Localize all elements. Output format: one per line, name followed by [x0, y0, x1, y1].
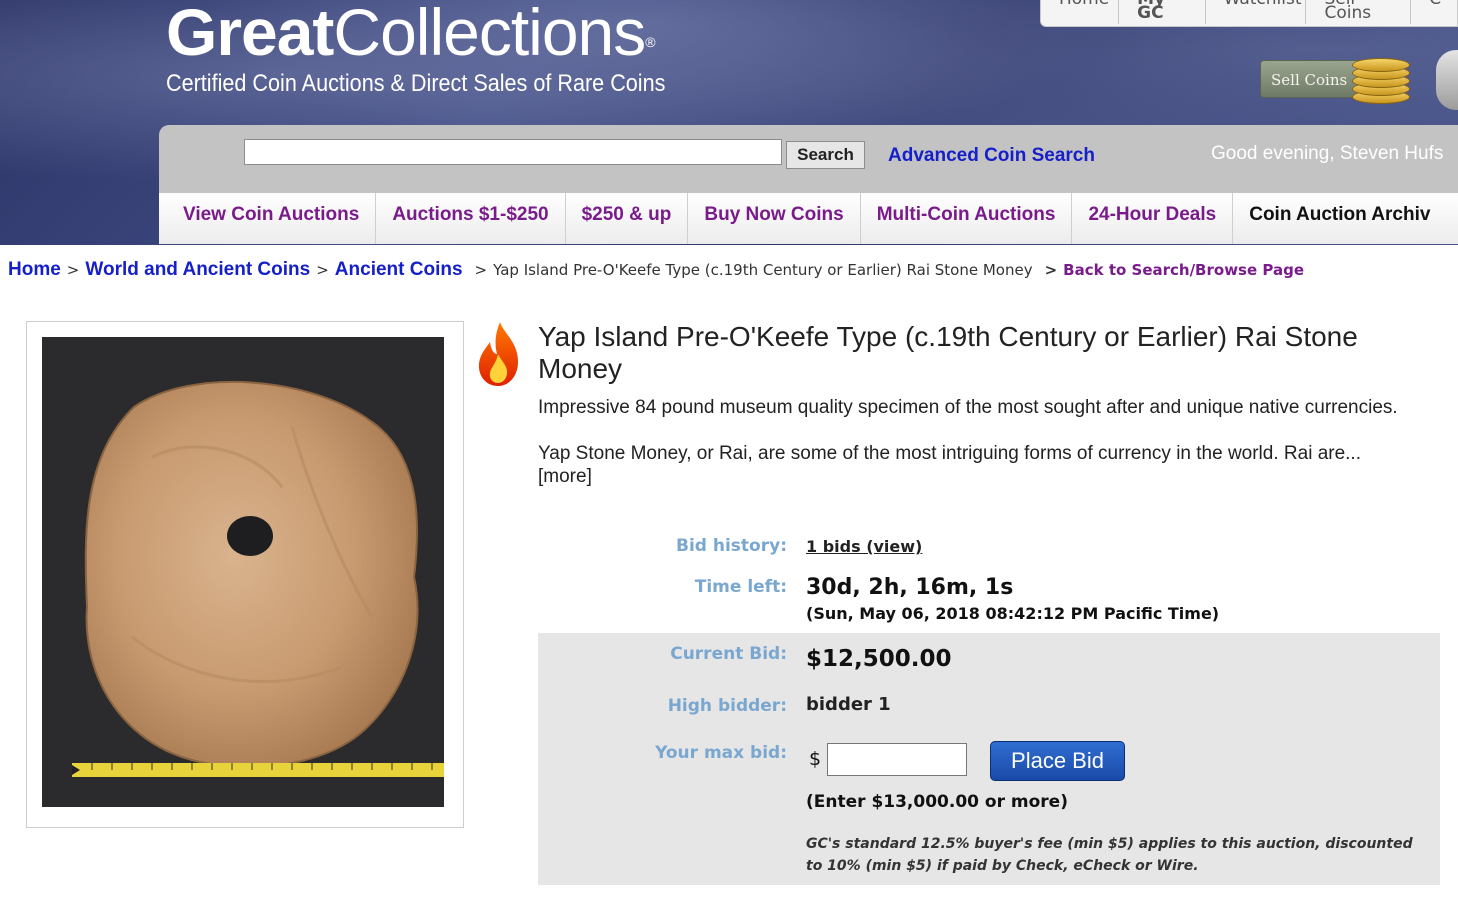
rai-stone-image: [42, 337, 444, 807]
bid-history-label: Bid history:: [676, 536, 787, 556]
top-nav-sell-coins[interactable]: Sell Coins: [1306, 0, 1412, 24]
top-nav: Home My GC Watchlist Sell Coins C: [1040, 0, 1458, 27]
search-bar: Search Advanced Coin Search Good evening…: [159, 125, 1458, 193]
nav-250-and-up[interactable]: $250 & up: [566, 193, 689, 244]
top-nav-more[interactable]: C: [1411, 0, 1457, 24]
site-header: GreatCollections® Certified Coin Auction…: [0, 0, 1458, 245]
logo-word-bold: Great: [166, 0, 334, 69]
nav-buy-now-coins[interactable]: Buy Now Coins: [688, 193, 861, 244]
high-bidder-value: bidder 1: [806, 694, 891, 715]
nav-multi-coin-auctions[interactable]: Multi-Coin Auctions: [861, 193, 1073, 244]
nav-24-hour-deals[interactable]: 24-Hour Deals: [1072, 193, 1234, 244]
top-nav-home[interactable]: Home: [1041, 0, 1120, 24]
currency-symbol: $: [809, 748, 822, 770]
lot-summary: Impressive 84 pound museum quality speci…: [538, 397, 1398, 418]
lot-image-frame: [26, 321, 464, 828]
place-bid-button[interactable]: Place Bid: [990, 741, 1125, 781]
lot-description: Impressive 84 pound museum quality speci…: [538, 396, 1418, 488]
lot-title: Yap Island Pre-O'Keefe Type (c.19th Cent…: [538, 321, 1358, 384]
user-greeting: Good evening, Steven Hufs: [1211, 143, 1444, 164]
flame-icon: [478, 322, 518, 386]
shield-icon: [1436, 50, 1458, 110]
advanced-coin-search-link[interactable]: Advanced Coin Search: [888, 145, 1095, 167]
search-input[interactable]: [244, 139, 782, 165]
registered-mark: ®: [645, 34, 655, 50]
breadcrumb-world-ancient-coins[interactable]: World and Ancient Coins: [85, 259, 310, 280]
time-left-value: 30d, 2h, 16m, 1s: [806, 575, 1014, 600]
coin-stack-icon: [1352, 54, 1410, 104]
nav-coin-auction-archive[interactable]: Coin Auction Archiv: [1233, 193, 1446, 244]
current-bid-label: Current Bid:: [670, 644, 787, 664]
logo-word-thin: Collections: [333, 0, 646, 69]
back-to-search-link[interactable]: Back to Search/Browse Page: [1063, 261, 1304, 279]
top-nav-watchlist[interactable]: Watchlist: [1206, 0, 1307, 24]
search-button[interactable]: Search: [786, 141, 865, 169]
breadcrumb-ancient-coins[interactable]: Ancient Coins: [335, 259, 463, 280]
auction-end-time: (Sun, May 06, 2018 08:42:12 PM Pacific T…: [806, 604, 1220, 623]
nav-auctions-1-250[interactable]: Auctions $1-$250: [376, 193, 566, 244]
lot-description-text: Yap Stone Money, or Rai, are some of the…: [538, 443, 1361, 464]
lot-photo[interactable]: [42, 337, 444, 807]
min-bid-note: (Enter $13,000.00 or more): [806, 792, 1068, 812]
main-nav: View Coin Auctions Auctions $1-$250 $250…: [159, 193, 1458, 244]
top-nav-my-gc[interactable]: My GC: [1119, 0, 1206, 24]
breadcrumb-separator: >: [1044, 261, 1058, 279]
bid-history-link[interactable]: 1 bids (view): [806, 537, 922, 556]
nav-view-coin-auctions[interactable]: View Coin Auctions: [159, 193, 377, 244]
logo-wordmark: GreatCollections®: [166, 0, 721, 68]
more-link[interactable]: [more]: [538, 466, 592, 487]
breadcrumb-separator: >: [474, 261, 488, 279]
time-left-label: Time left:: [694, 577, 787, 597]
high-bidder-label: High bidder:: [667, 696, 787, 716]
breadcrumb-separator: >: [66, 261, 80, 279]
current-bid-value: $12,500.00: [806, 646, 952, 672]
max-bid-label: Your max bid:: [655, 743, 787, 763]
breadcrumb-current: Yap Island Pre-O'Keefe Type (c.19th Cent…: [493, 261, 1033, 279]
logo-tagline: Certified Coin Auctions & Direct Sales o…: [166, 70, 666, 97]
max-bid-input[interactable]: [827, 743, 967, 776]
breadcrumb: Home > World and Ancient Coins > Ancient Coi…: [8, 259, 1304, 281]
breadcrumb-home[interactable]: Home: [8, 259, 61, 280]
site-logo[interactable]: GreatCollections® Certified Coin Auction…: [166, 0, 721, 96]
breadcrumb-separator: >: [316, 261, 329, 279]
buyers-fee-note: GC's standard 12.5% buyer's fee (min $5)…: [806, 836, 1413, 874]
